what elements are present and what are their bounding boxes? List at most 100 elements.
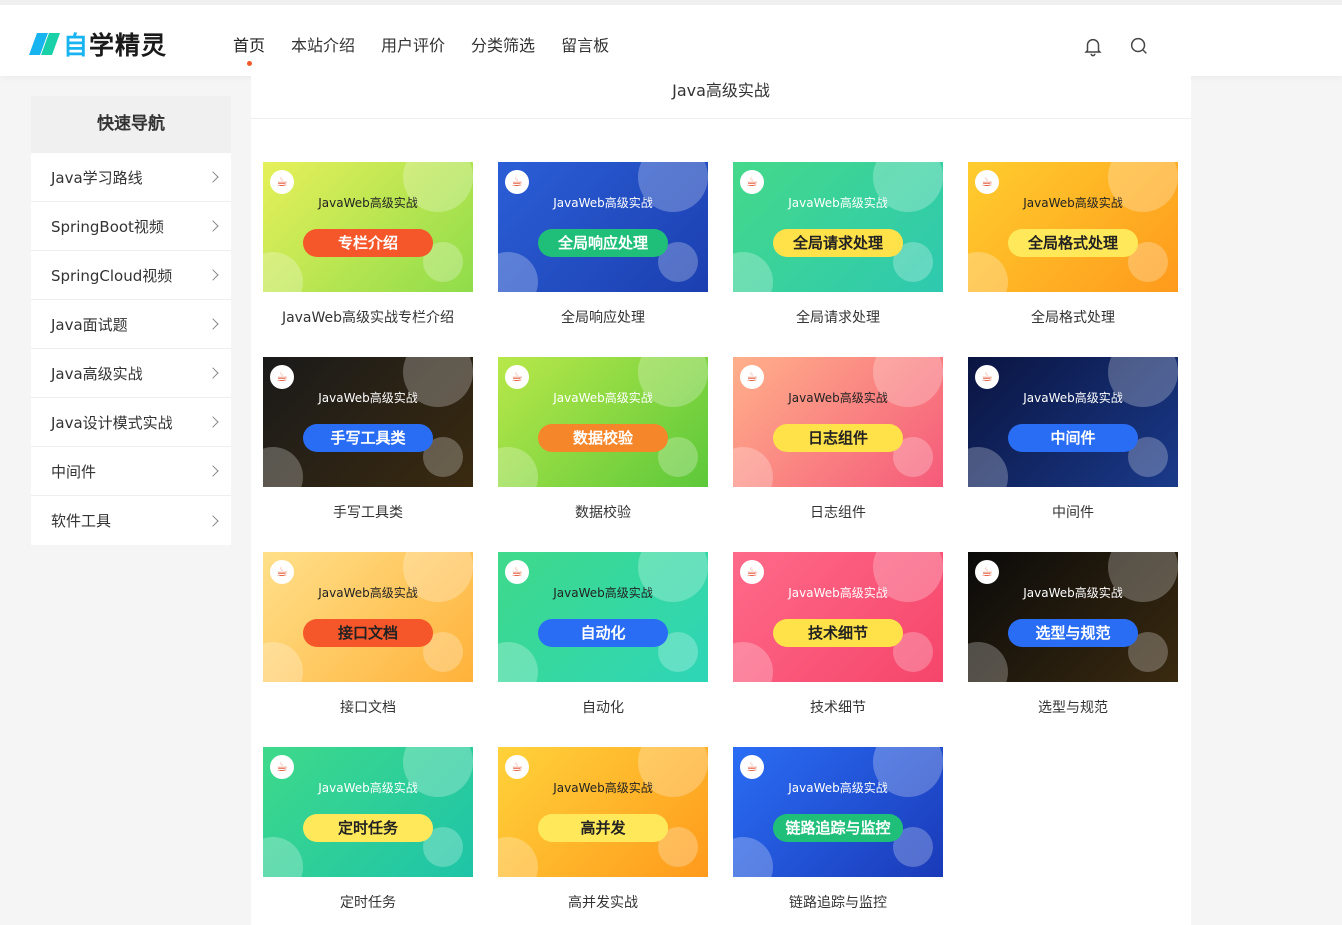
course-card[interactable]: ☕ JavaWeb高级实战 接口文档 接口文档 — [263, 552, 473, 747]
card-topic-pill: 全局格式处理 — [1008, 229, 1138, 257]
card-title[interactable]: 全局响应处理 — [498, 292, 708, 357]
chevron-right-icon — [207, 318, 219, 330]
card-title[interactable]: 全局格式处理 — [968, 292, 1178, 357]
decor-shape — [263, 837, 303, 877]
sidebar-item-label: 中间件 — [51, 462, 97, 481]
course-thumbnail[interactable]: ☕ JavaWeb高级实战 数据校验 — [498, 357, 708, 487]
card-series-label: JavaWeb高级实战 — [318, 781, 418, 795]
sidebar-item[interactable]: Java学习路线 — [31, 153, 231, 202]
chevron-right-icon — [207, 367, 219, 379]
sidebar-item[interactable]: SpringCloud视频 — [31, 251, 231, 300]
logo-text-main: 学精灵 — [89, 31, 168, 60]
course-card[interactable]: ☕ JavaWeb高级实战 定时任务 定时任务 — [263, 747, 473, 925]
card-topic-pill: 数据校验 — [538, 424, 668, 452]
course-thumbnail[interactable]: ☕ JavaWeb高级实战 全局请求处理 — [733, 162, 943, 292]
java-logo-icon: ☕ — [505, 365, 529, 389]
course-thumbnail[interactable]: ☕ JavaWeb高级实战 日志组件 — [733, 357, 943, 487]
course-thumbnail[interactable]: ☕ JavaWeb高级实战 自动化 — [498, 552, 708, 682]
course-thumbnail[interactable]: ☕ JavaWeb高级实战 手写工具类 — [263, 357, 473, 487]
bell-icon[interactable] — [1082, 35, 1104, 57]
course-card[interactable]: ☕ JavaWeb高级实战 全局请求处理 全局请求处理 — [733, 162, 943, 357]
site-logo[interactable]: 自学精灵 — [28, 26, 168, 62]
decor-shape — [733, 837, 773, 877]
decor-shape — [263, 447, 303, 487]
card-title[interactable]: 日志组件 — [733, 487, 943, 552]
decor-shape — [498, 837, 538, 877]
course-thumbnail[interactable]: ☕ JavaWeb高级实战 专栏介绍 — [263, 162, 473, 292]
card-series-label: JavaWeb高级实战 — [553, 196, 653, 210]
course-card[interactable]: ☕ JavaWeb高级实战 自动化 自动化 — [498, 552, 708, 747]
card-topic-pill: 日志组件 — [773, 424, 903, 452]
top-header: 自学精灵 首页 本站介绍 用户评价 分类筛选 留言板 — [0, 0, 1342, 76]
course-thumbnail[interactable]: ☕ JavaWeb高级实战 中间件 — [968, 357, 1178, 487]
course-card[interactable]: ☕ JavaWeb高级实战 数据校验 数据校验 — [498, 357, 708, 552]
card-title[interactable]: 选型与规范 — [968, 682, 1178, 747]
chevron-right-icon — [207, 416, 219, 428]
card-title[interactable]: 全局请求处理 — [733, 292, 943, 357]
sidebar-item-label: Java高级实战 — [51, 364, 143, 383]
sidebar-item[interactable]: Java高级实战 — [31, 349, 231, 398]
course-thumbnail[interactable]: ☕ JavaWeb高级实战 全局格式处理 — [968, 162, 1178, 292]
card-title[interactable]: 手写工具类 — [263, 487, 473, 552]
decor-shape — [498, 642, 538, 682]
sidebar-item[interactable]: 软件工具 — [31, 496, 231, 545]
course-card[interactable]: ☕ JavaWeb高级实战 高并发 高并发实战 — [498, 747, 708, 925]
card-title[interactable]: 链路追踪与监控 — [733, 877, 943, 925]
course-card[interactable]: ☕ JavaWeb高级实战 全局响应处理 全局响应处理 — [498, 162, 708, 357]
course-card[interactable]: ☕ JavaWeb高级实战 手写工具类 手写工具类 — [263, 357, 473, 552]
course-thumbnail[interactable]: ☕ JavaWeb高级实战 定时任务 — [263, 747, 473, 877]
course-thumbnail[interactable]: ☕ JavaWeb高级实战 技术细节 — [733, 552, 943, 682]
java-logo-icon: ☕ — [505, 755, 529, 779]
sidebar-item[interactable]: Java面试题 — [31, 300, 231, 349]
card-topic-pill: 高并发 — [538, 814, 668, 842]
java-logo-icon: ☕ — [270, 170, 294, 194]
decor-shape — [968, 447, 1008, 487]
main-nav: 首页 本站介绍 用户评价 分类筛选 留言板 — [233, 32, 635, 66]
decor-shape — [263, 642, 303, 682]
course-card[interactable]: ☕ JavaWeb高级实战 专栏介绍 JavaWeb高级实战专栏介绍 — [263, 162, 473, 357]
java-logo-icon: ☕ — [740, 755, 764, 779]
course-card[interactable]: ☕ JavaWeb高级实战 中间件 中间件 — [968, 357, 1178, 552]
chevron-right-icon — [207, 514, 219, 527]
card-title[interactable]: 数据校验 — [498, 487, 708, 552]
course-thumbnail[interactable]: ☕ JavaWeb高级实战 链路追踪与监控 — [733, 747, 943, 877]
course-thumbnail[interactable]: ☕ JavaWeb高级实战 高并发 — [498, 747, 708, 877]
chevron-right-icon — [207, 465, 219, 477]
java-logo-icon: ☕ — [740, 560, 764, 584]
sidebar-item[interactable]: SpringBoot视频 — [31, 202, 231, 251]
nav-categories[interactable]: 分类筛选 — [471, 32, 535, 56]
card-topic-pill: 全局请求处理 — [773, 229, 903, 257]
java-logo-icon: ☕ — [505, 560, 529, 584]
course-thumbnail[interactable]: ☕ JavaWeb高级实战 选型与规范 — [968, 552, 1178, 682]
card-topic-pill: 全局响应处理 — [538, 229, 668, 257]
decor-shape — [968, 252, 1008, 292]
card-topic-pill: 手写工具类 — [303, 424, 433, 452]
course-thumbnail[interactable]: ☕ JavaWeb高级实战 接口文档 — [263, 552, 473, 682]
card-title[interactable]: 中间件 — [968, 487, 1178, 552]
course-card[interactable]: ☕ JavaWeb高级实战 全局格式处理 全局格式处理 — [968, 162, 1178, 357]
course-card[interactable]: ☕ JavaWeb高级实战 链路追踪与监控 链路追踪与监控 — [733, 747, 943, 925]
card-title[interactable]: 定时任务 — [263, 877, 473, 925]
sidebar-item[interactable]: 中间件 — [31, 447, 231, 496]
card-title[interactable]: 接口文档 — [263, 682, 473, 747]
java-logo-icon: ☕ — [270, 365, 294, 389]
sidebar-item-label: SpringBoot视频 — [51, 217, 164, 236]
sidebar-item[interactable]: Java设计模式实战 — [31, 398, 231, 447]
course-card[interactable]: ☕ JavaWeb高级实战 技术细节 技术细节 — [733, 552, 943, 747]
search-icon[interactable] — [1128, 35, 1150, 57]
card-title[interactable]: 技术细节 — [733, 682, 943, 747]
logo-text-accent: 自 — [63, 31, 90, 60]
card-title[interactable]: 高并发实战 — [498, 877, 708, 925]
nav-home[interactable]: 首页 — [233, 32, 265, 66]
card-series-label: JavaWeb高级实战 — [788, 586, 888, 600]
card-title[interactable]: JavaWeb高级实战专栏介绍 — [263, 292, 473, 357]
course-card[interactable]: ☕ JavaWeb高级实战 日志组件 日志组件 — [733, 357, 943, 552]
card-title[interactable]: 自动化 — [498, 682, 708, 747]
nav-about[interactable]: 本站介绍 — [291, 32, 355, 56]
course-card[interactable]: ☕ JavaWeb高级实战 选型与规范 选型与规范 — [968, 552, 1178, 747]
nav-guestbook[interactable]: 留言板 — [561, 32, 609, 56]
java-logo-icon: ☕ — [740, 170, 764, 194]
decor-shape — [733, 252, 773, 292]
course-thumbnail[interactable]: ☕ JavaWeb高级实战 全局响应处理 — [498, 162, 708, 292]
nav-reviews[interactable]: 用户评价 — [381, 32, 445, 56]
